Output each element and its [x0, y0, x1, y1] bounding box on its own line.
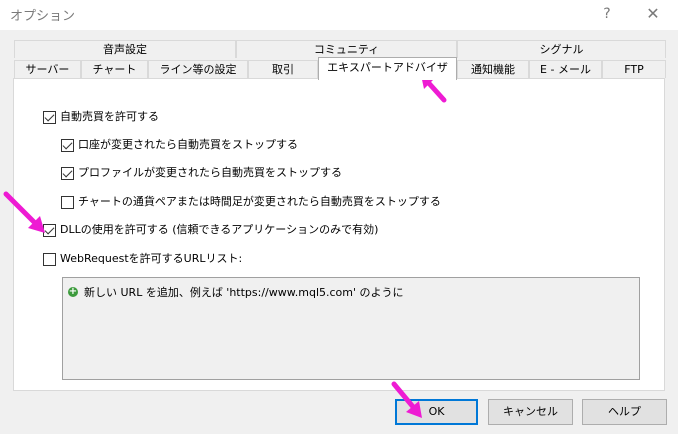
webrequest-url-list[interactable]: + 新しい URL を追加、例えば 'https://www.mql5.com'… [62, 277, 640, 380]
allow-webrequest-checkbox[interactable] [43, 252, 56, 266]
stop-on-chart-change-label: チャートの通貨ペアまたは時間足が変更されたら自動売買をストップする [78, 195, 441, 208]
tab-server[interactable]: サーバー [14, 60, 81, 78]
stop-on-profile-change-checkbox[interactable] [61, 166, 74, 180]
tab-ftp[interactable]: FTP [602, 60, 666, 78]
tab-sound[interactable]: 音声設定 [14, 40, 236, 58]
allow-auto-trading-checkbox[interactable] [43, 110, 56, 124]
stop-on-chart-change-checkbox[interactable] [61, 195, 74, 209]
stop-on-account-change-label: 口座が変更されたら自動売買をストップする [78, 138, 298, 151]
allow-dll-label: DLLの使用を許可する (信頼できるアプリケーションのみで有効) [60, 223, 379, 236]
cancel-button[interactable]: キャンセル [488, 399, 573, 425]
tab-row-top: 音声設定 コミュニティ シグナル [14, 40, 666, 58]
allow-auto-trading-label: 自動売買を許可する [60, 110, 159, 123]
allow-dll-checkbox[interactable] [43, 223, 56, 237]
add-url-hint: 新しい URL を追加、例えば 'https://www.mql5.com' の… [84, 286, 404, 299]
tab-community[interactable]: コミュニティ [236, 40, 457, 58]
window-title: オプション [10, 9, 76, 24]
allow-webrequest-label: WebRequestを許可するURLリスト: [60, 252, 243, 265]
tab-expert-advisors[interactable]: エキスパートアドバイザ [318, 57, 457, 80]
tab-trade[interactable]: 取引 [248, 60, 318, 78]
stop-on-account-change-checkbox[interactable] [61, 138, 74, 152]
stop-on-chart-change-option[interactable]: チャートの通貨ペアまたは時間足が変更されたら自動売買をストップする [61, 194, 441, 210]
allow-dll-option[interactable]: DLLの使用を許可する (信頼できるアプリケーションのみで有効) [43, 222, 378, 238]
plus-circle-icon: + [68, 286, 78, 297]
tab-notifications[interactable]: 通知機能 [457, 60, 529, 78]
allow-auto-trading-option[interactable]: 自動売買を許可する [43, 109, 159, 125]
stop-on-account-change-option[interactable]: 口座が変更されたら自動売買をストップする [61, 137, 298, 153]
ok-button[interactable]: OK [395, 399, 478, 425]
close-button[interactable]: ✕ [640, 3, 666, 25]
tab-row-bottom: サーバー チャート ライン等の設定 取引 エキスパートアドバイザ 通知機能 E … [14, 57, 666, 80]
tab-objects[interactable]: ライン等の設定 [148, 60, 248, 78]
allow-webrequest-option[interactable]: WebRequestを許可するURLリスト: [43, 251, 242, 267]
stop-on-profile-change-option[interactable]: プロファイルが変更されたら自動売買をストップする [61, 165, 342, 181]
help-button[interactable]: ヘルプ [582, 399, 667, 425]
title-bar: オプション ? ✕ [0, 0, 678, 30]
help-title-button[interactable]: ? [594, 3, 620, 25]
stop-on-profile-change-label: プロファイルが変更されたら自動売買をストップする [78, 166, 342, 179]
tab-signals[interactable]: シグナル [457, 40, 666, 58]
tab-email[interactable]: E - メール [529, 60, 602, 78]
tab-chart[interactable]: チャート [81, 60, 148, 78]
expert-advisors-panel: 自動売買を許可する 口座が変更されたら自動売買をストップする プロファイルが変更… [13, 78, 665, 391]
add-url-item[interactable]: + 新しい URL を追加、例えば 'https://www.mql5.com'… [68, 284, 404, 300]
